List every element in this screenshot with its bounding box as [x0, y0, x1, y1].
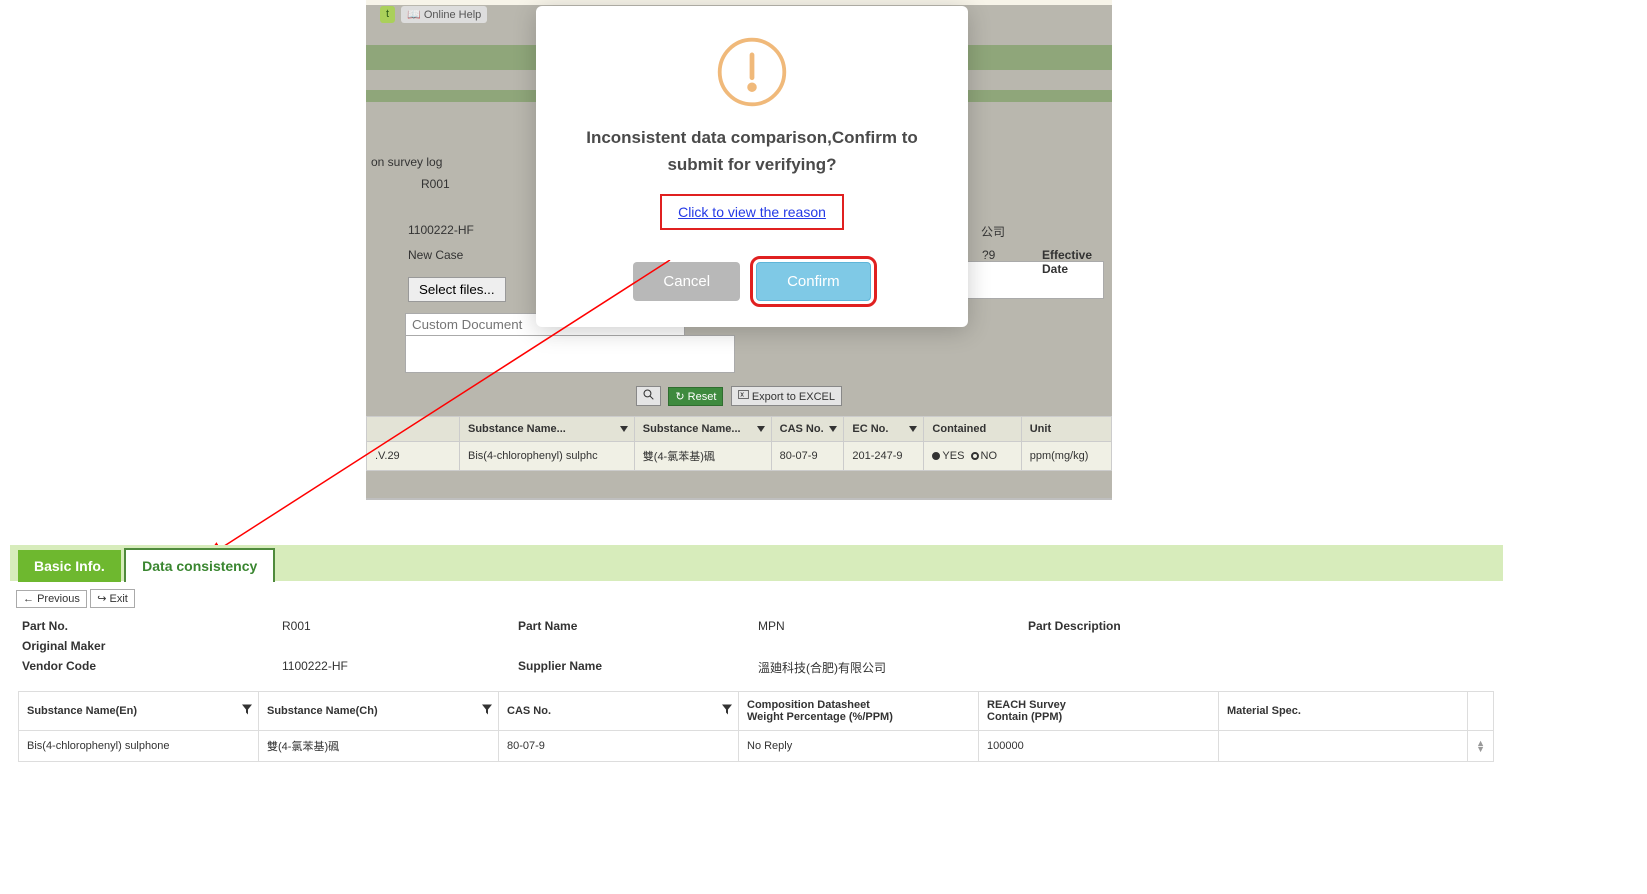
col-reach[interactable]: REACH SurveyContain (PPM) [979, 692, 1219, 731]
modal-title: Inconsistent data comparison,Confirm to … [560, 124, 944, 178]
status-value: New Case [408, 248, 463, 262]
scroll-control[interactable]: ▲▼ [1468, 731, 1494, 762]
lower-section: Basic Info. Data consistency ← Previous … [10, 545, 1503, 762]
col-sub-en[interactable]: Substance Name... [460, 417, 635, 442]
scroll-header [1468, 692, 1494, 731]
cell-cas: 80-07-9 [499, 731, 739, 762]
orig-maker-label: Original Maker [22, 639, 282, 653]
tab-data-consistency[interactable]: Data consistency [124, 548, 275, 582]
supplier-name-label: Supplier Name [518, 659, 758, 676]
col-cas-no[interactable]: CAS No. [499, 692, 739, 731]
cell-ch: 雙(4-氯苯基)碸 [634, 442, 771, 471]
filter-icon[interactable] [242, 705, 252, 718]
search-icon-button[interactable] [636, 386, 661, 406]
r001-value: R001 [421, 177, 450, 191]
col-substance-en[interactable]: Substance Name(En) [19, 692, 259, 731]
filter-icon[interactable] [909, 426, 917, 432]
tabs-row: Basic Info. Data consistency [10, 545, 1503, 581]
cancel-button[interactable]: Cancel [633, 262, 740, 301]
tab-basic-info[interactable]: Basic Info. [18, 550, 121, 582]
supplier-name-value: 溫廸科技(合肥)有限公司 [758, 659, 1028, 676]
code-value: 1100222-HF [408, 223, 474, 237]
scroll-down-icon[interactable]: ▼ [1476, 746, 1485, 752]
cell-comp: No Reply [739, 731, 979, 762]
vendor-code-value: 1100222-HF [282, 659, 518, 676]
modal-link-highlight: Click to view the reason [660, 194, 844, 230]
view-reason-link[interactable]: Click to view the reason [678, 204, 826, 220]
date-suffix: ?9 [982, 248, 995, 262]
warning-icon [714, 34, 790, 110]
col-substance-ch[interactable]: Substance Name(Ch) [259, 692, 499, 731]
cell-sub-en: Bis(4-chlorophenyl) sulphone [19, 731, 259, 762]
part-name-label: Part Name [518, 619, 758, 633]
reset-button[interactable]: ↻ Reset [668, 387, 723, 406]
toolbar: t 📖 Online Help [380, 6, 487, 23]
cell-reach: 100000 [979, 731, 1219, 762]
table-row: .V.29 Bis(4-chlorophenyl) sulphc 雙(4-氯苯基… [367, 442, 1112, 471]
radio-no[interactable] [971, 452, 979, 460]
nav-buttons: ← Previous ↪ Exit [16, 589, 1497, 608]
filter-icon[interactable] [829, 426, 837, 432]
col-contained[interactable]: Contained [924, 417, 1021, 442]
select-files-button[interactable]: Select files... [408, 277, 506, 302]
cell-ec: 201-247-9 [844, 442, 924, 471]
cell-version: .V.29 [367, 442, 460, 471]
table-row: Bis(4-chlorophenyl) sulphone 雙(4-氯苯基)碸 8… [19, 731, 1494, 762]
confirm-modal: Inconsistent data comparison,Confirm to … [536, 6, 968, 327]
cell-en: Bis(4-chlorophenyl) sulphc [460, 442, 635, 471]
col-material-spec[interactable]: Material Spec. [1219, 692, 1468, 731]
col-cas[interactable]: CAS No. [771, 417, 844, 442]
description-textarea[interactable] [405, 335, 735, 373]
filter-icon[interactable] [757, 426, 765, 432]
radio-yes[interactable] [932, 452, 940, 460]
online-help-button[interactable]: 📖 Online Help [401, 6, 487, 23]
export-excel-button[interactable]: Export to EXCEL [731, 386, 842, 406]
part-no-value: R001 [282, 619, 518, 633]
toolbar-btn-t[interactable]: t [380, 6, 395, 23]
previous-button[interactable]: ← Previous [16, 590, 87, 608]
part-no-label: Part No. [22, 619, 282, 633]
col-ec[interactable]: EC No. [844, 417, 924, 442]
company-suffix: 公司 [981, 223, 1005, 240]
effective-date-label: Effective Date [1042, 248, 1112, 276]
exit-button[interactable]: ↪ Exit [90, 589, 135, 608]
cell-unit: ppm(mg/kg) [1021, 442, 1111, 471]
part-details: Part No. R001 Part Name MPN Part Descrip… [22, 616, 1491, 679]
survey-log-label: on survey log [371, 155, 442, 169]
action-row: ↻ Reset Export to EXCEL [366, 386, 1112, 411]
part-desc-label: Part Description [1028, 619, 1121, 633]
vendor-code-label: Vendor Code [22, 659, 282, 676]
cell-spec [1219, 731, 1468, 762]
col-version[interactable] [367, 417, 460, 442]
back-substance-table: Substance Name... Substance Name... CAS … [366, 416, 1112, 471]
col-sub-ch[interactable]: Substance Name... [634, 417, 771, 442]
modal-buttons: Cancel Confirm [560, 262, 944, 301]
cell-contained[interactable]: YES NO [924, 442, 1021, 471]
col-composition[interactable]: Composition DatasheetWeight Percentage (… [739, 692, 979, 731]
filter-icon[interactable] [620, 426, 628, 432]
cell-sub-ch: 雙(4-氯苯基)碸 [259, 731, 499, 762]
part-name-value: MPN [758, 619, 1028, 633]
consistency-table: Substance Name(En) Substance Name(Ch) CA… [18, 691, 1494, 762]
top-section: t 📖 Online Help on survey log R001 11002… [0, 0, 1647, 520]
filter-icon[interactable] [482, 705, 492, 718]
col-unit[interactable]: Unit [1021, 417, 1111, 442]
confirm-button[interactable]: Confirm [756, 262, 871, 301]
cell-cas: 80-07-9 [771, 442, 844, 471]
filter-icon[interactable] [722, 705, 732, 718]
